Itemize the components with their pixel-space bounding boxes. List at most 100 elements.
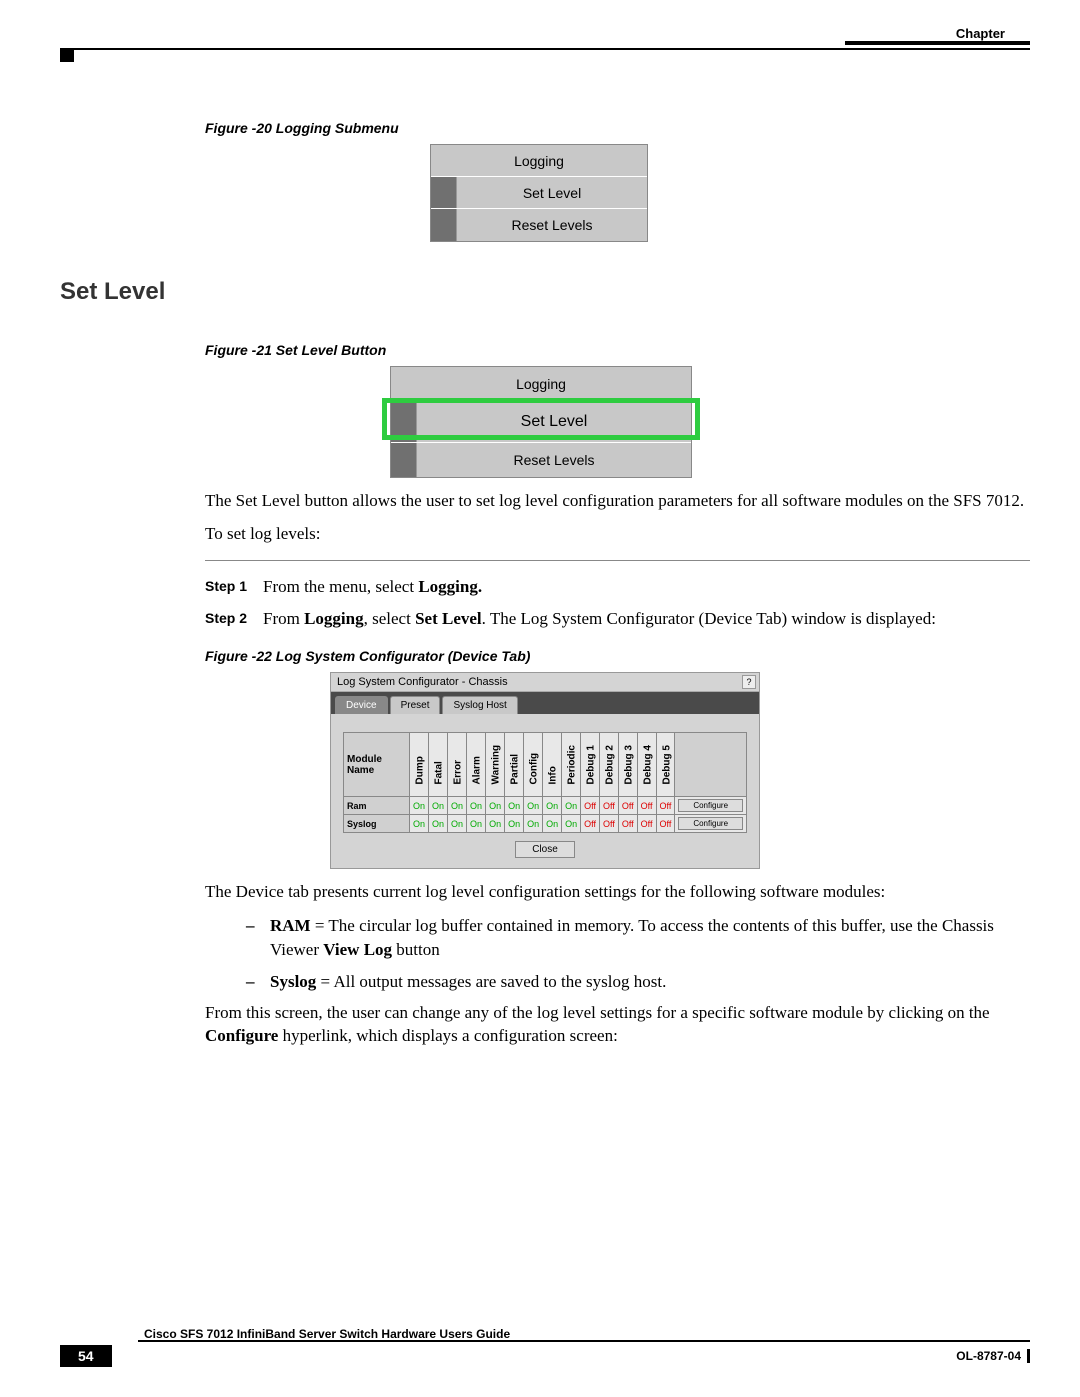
log-cell[interactable]: On: [429, 797, 448, 815]
log-cell[interactable]: Off: [581, 797, 600, 815]
menu-label: Set Level: [457, 185, 647, 201]
col-header: Periodic: [562, 733, 581, 797]
log-cell[interactable]: On: [505, 797, 524, 815]
log-cell[interactable]: On: [410, 815, 429, 833]
text: , select: [364, 609, 415, 628]
page-footer: Cisco SFS 7012 InfiniBand Server Switch …: [60, 1340, 1030, 1367]
text: hyperlink, which displays a configuratio…: [278, 1026, 617, 1045]
log-cell[interactable]: Off: [618, 815, 637, 833]
dash-icon: –: [246, 970, 270, 994]
step-content: From Logging, select Set Level. The Log …: [263, 607, 1030, 631]
menu-item-set-level[interactable]: Set Level: [391, 401, 691, 443]
figure-21-image: Logging Set Level Reset Levels: [390, 366, 692, 478]
log-cell[interactable]: Off: [581, 815, 600, 833]
menu-item-set-level[interactable]: Set Level: [431, 177, 647, 209]
configure-button[interactable]: Configure: [678, 799, 743, 812]
log-cell[interactable]: On: [448, 815, 467, 833]
menu-item-reset-levels[interactable]: Reset Levels: [391, 443, 691, 477]
menu-indicator-icon: [391, 443, 417, 477]
footer-doc-number: OL-8787-04: [956, 1349, 1021, 1363]
row-name: Ram: [344, 797, 410, 815]
log-cell[interactable]: Off: [656, 815, 675, 833]
log-cell[interactable]: Off: [599, 797, 618, 815]
paragraph: The Device tab presents current log leve…: [205, 881, 1030, 904]
menu-item-reset-levels[interactable]: Reset Levels: [431, 209, 647, 241]
log-cell[interactable]: On: [562, 815, 581, 833]
figure-22-image: Log System Configurator - Chassis ? Devi…: [330, 672, 760, 869]
section-heading-set-level: Set Level: [60, 278, 1030, 306]
text-bold: Set Level: [415, 609, 482, 628]
text: From this screen, the user can change an…: [205, 1003, 990, 1022]
log-cell[interactable]: On: [467, 797, 486, 815]
log-cell[interactable]: On: [543, 815, 562, 833]
paragraph: The Set Level button allows the user to …: [205, 490, 1030, 513]
text-bold: Configure: [205, 1026, 278, 1045]
col-header: Debug 1: [581, 733, 600, 797]
window-title: Log System Configurator - Chassis: [337, 676, 508, 688]
menu-header-logging[interactable]: Logging: [431, 145, 647, 177]
log-cell[interactable]: On: [486, 797, 505, 815]
list-item: – RAM = The circular log buffer containe…: [246, 914, 1030, 962]
list-item: – Syslog = All output messages are saved…: [246, 970, 1030, 994]
close-button[interactable]: Close: [515, 841, 575, 858]
list-text: RAM = The circular log buffer contained …: [270, 914, 1030, 962]
configure-cell: Configure: [675, 797, 747, 815]
menu-indicator-icon: [391, 401, 417, 442]
chapter-label: Chapter: [956, 26, 1005, 41]
log-cell[interactable]: On: [429, 815, 448, 833]
footer-tick-icon: [1027, 1349, 1030, 1363]
divider: [205, 560, 1030, 561]
log-cell[interactable]: On: [448, 797, 467, 815]
log-cell[interactable]: On: [562, 797, 581, 815]
figure-21-caption: Figure -21 Set Level Button: [205, 342, 1030, 358]
menu-header-logging[interactable]: Logging: [391, 367, 691, 401]
menu-indicator-icon: [431, 177, 457, 208]
col-header: Debug 2: [599, 733, 618, 797]
tab-syslog-host[interactable]: Syslog Host: [442, 696, 517, 714]
log-cell[interactable]: On: [505, 815, 524, 833]
menu-label: Logging: [391, 376, 691, 392]
menu-indicator-icon: [431, 209, 457, 241]
col-header: Dump: [410, 733, 429, 797]
log-cell[interactable]: Off: [637, 797, 656, 815]
col-header: Debug 5: [656, 733, 675, 797]
log-cell[interactable]: Off: [599, 815, 618, 833]
paragraph: To set log levels:: [205, 523, 1030, 546]
log-cell[interactable]: On: [467, 815, 486, 833]
configure-cell: Configure: [675, 815, 747, 833]
table-row: RamOnOnOnOnOnOnOnOnOnOffOffOffOffOffConf…: [344, 797, 747, 815]
figure-20-caption: Figure -20 Logging Submenu: [205, 120, 1030, 136]
paragraph: From this screen, the user can change an…: [205, 1002, 1030, 1048]
log-cell[interactable]: On: [543, 797, 562, 815]
page-content: Figure -20 Logging Submenu Logging Set L…: [60, 120, 1030, 1058]
step-2: Step 2 From Logging, select Set Level. T…: [205, 607, 1030, 631]
col-module-name: Module Name: [344, 733, 410, 797]
col-header: Partial: [505, 733, 524, 797]
header-square-icon: [60, 48, 74, 62]
bullet-list: – RAM = The circular log buffer containe…: [246, 914, 1030, 993]
text-bold: View Log: [323, 940, 392, 959]
menu-label: Set Level: [417, 413, 691, 431]
log-cell[interactable]: Off: [618, 797, 637, 815]
log-cell[interactable]: On: [410, 797, 429, 815]
logging-submenu-highlighted: Logging Set Level Reset Levels: [390, 366, 692, 478]
text: = All output messages are saved to the s…: [316, 972, 666, 991]
log-cell[interactable]: Off: [637, 815, 656, 833]
help-icon[interactable]: ?: [742, 675, 756, 689]
menu-label: Reset Levels: [417, 452, 691, 468]
figure-20-image: Logging Set Level Reset Levels: [430, 144, 648, 242]
window-title-bar: Log System Configurator - Chassis ?: [331, 673, 759, 692]
log-cell[interactable]: Off: [656, 797, 675, 815]
log-cell[interactable]: On: [486, 815, 505, 833]
tab-preset[interactable]: Preset: [390, 696, 441, 714]
text: . The Log System Configurator (Device Ta…: [482, 609, 936, 628]
col-header: Error: [448, 733, 467, 797]
footer-book-title: Cisco SFS 7012 InfiniBand Server Switch …: [144, 1327, 510, 1341]
log-cell[interactable]: On: [524, 797, 543, 815]
tab-device[interactable]: Device: [335, 696, 388, 714]
figure-22-caption: Figure -22 Log System Configurator (Devi…: [205, 648, 1030, 664]
step-1: Step 1 From the menu, select Logging.: [205, 575, 1030, 599]
list-text: Syslog = All output messages are saved t…: [270, 970, 666, 994]
log-cell[interactable]: On: [524, 815, 543, 833]
configure-button[interactable]: Configure: [678, 817, 743, 830]
